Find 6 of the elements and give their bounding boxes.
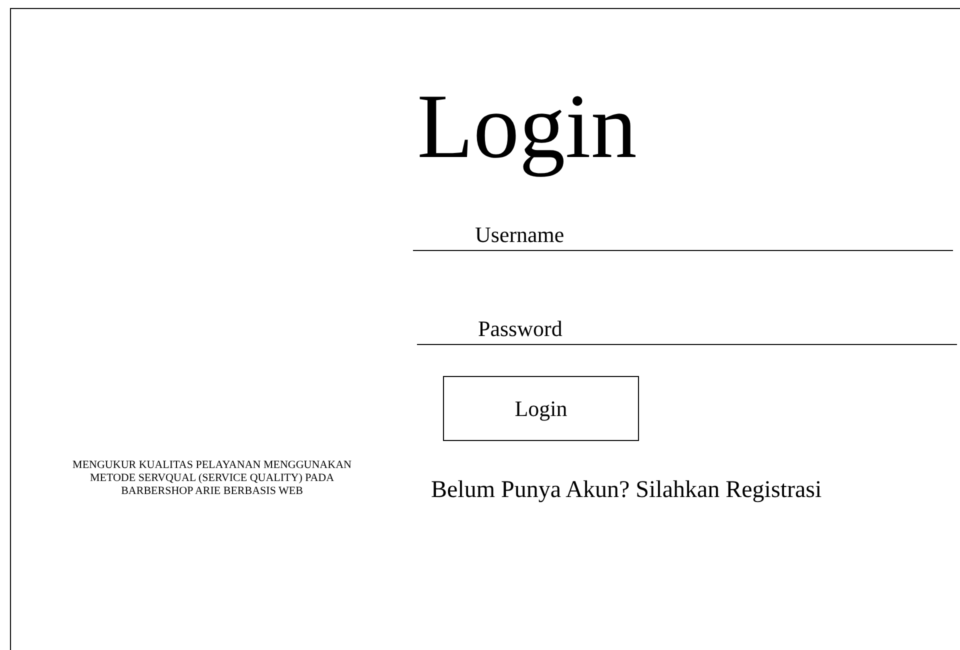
- input-field[interactable]: Username: [413, 221, 953, 251]
- login-heading: Login: [416, 74, 638, 179]
- app-title: MENGUKUR KUALITAS PELAYANAN MENGGUNAKAN METODE SERVQUAL (SERVICE QUALITY) PADA BARBERSHOP ARIE BERBASIS WEB: [72, 459, 352, 499]
- input-field[interactable]: Password: [417, 315, 957, 345]
- register-link[interactable]: Belum Punya Akun? Silahkan Registrasi: [431, 477, 822, 504]
- login-button[interactable]: Login: [443, 376, 639, 441]
